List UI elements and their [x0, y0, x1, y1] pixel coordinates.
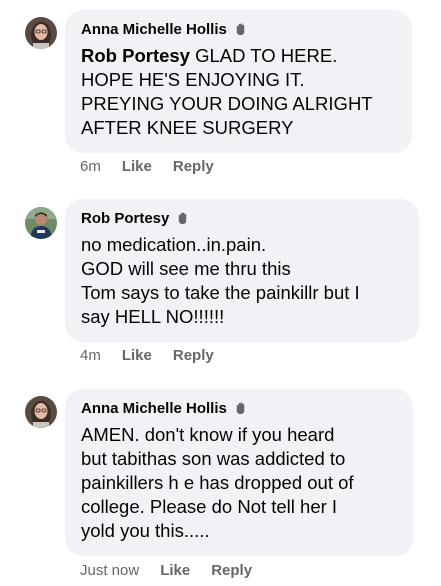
avatar-photo-rob: [25, 207, 57, 239]
mention-link[interactable]: Rob Portesy: [81, 45, 190, 66]
timestamp[interactable]: Just now: [80, 562, 139, 579]
timestamp[interactable]: 6m: [80, 158, 101, 175]
like-button[interactable]: Like: [122, 347, 152, 364]
avatar-photo-anna: [25, 17, 57, 49]
comment-bubble: Anna Michelle Hollis AMEN. don't know if…: [65, 389, 413, 556]
comment-text: Rob Portesy GLAD TO HERE. HOPE HE'S ENJO…: [81, 45, 373, 138]
waving-hand-icon: [236, 22, 245, 35]
avatar[interactable]: [25, 17, 57, 49]
comment-bubble: Anna Michelle Hollis Rob Portesy GLAD TO…: [65, 10, 412, 153]
like-button[interactable]: Like: [160, 562, 190, 579]
avatar-photo-anna: [25, 396, 57, 428]
comment-text: AMEN. don't know if you heard but tabith…: [81, 424, 354, 541]
comment-author[interactable]: Rob Portesy: [81, 210, 169, 227]
comment-bubble: Rob Portesy no medication..in.pain. GOD …: [65, 199, 419, 342]
like-button[interactable]: Like: [122, 158, 152, 175]
reply-button[interactable]: Reply: [211, 562, 252, 579]
comment-text: no medication..in.pain. GOD will see me …: [81, 234, 360, 327]
comment-actions: 4m Like Reply: [80, 347, 235, 364]
comment-actions: Just now Like Reply: [80, 562, 273, 579]
avatar[interactable]: [25, 396, 57, 428]
reply-button[interactable]: Reply: [173, 347, 214, 364]
comment-author[interactable]: Anna Michelle Hollis: [81, 400, 227, 417]
reply-button[interactable]: Reply: [173, 158, 214, 175]
comment-author[interactable]: Anna Michelle Hollis: [81, 21, 227, 38]
timestamp[interactable]: 4m: [80, 347, 101, 364]
waving-hand-icon: [179, 211, 187, 224]
comment-actions: 6m Like Reply: [80, 158, 235, 175]
waving-hand-icon: [236, 401, 245, 414]
avatar[interactable]: [25, 207, 57, 239]
